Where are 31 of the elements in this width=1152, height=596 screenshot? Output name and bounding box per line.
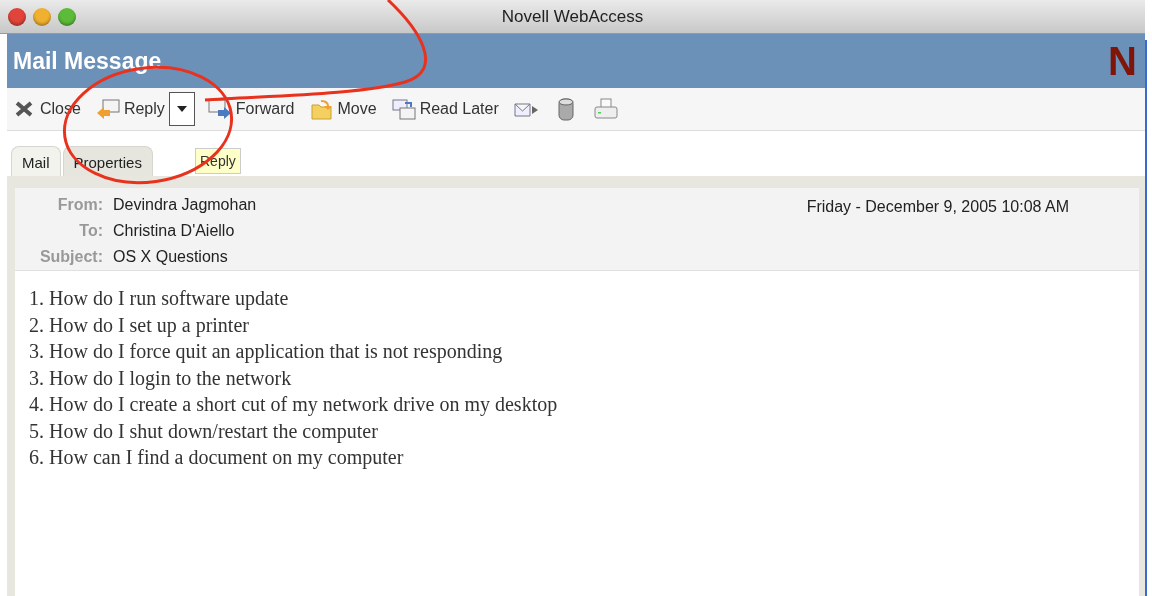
field-value: OS X Questions [113,248,228,266]
caret-icon [176,106,187,112]
page-title: Mail Message [13,47,162,75]
field-label: From: [56,196,103,214]
toolbar-button[interactable]: Forward [204,97,297,121]
window-title: Novell WebAccess [501,6,644,27]
dropdown-button[interactable] [168,92,195,126]
envelopes-icon [390,97,417,121]
forward-icon [206,97,233,121]
toolbar-button[interactable]: Read Later [388,97,501,121]
minimize-window-button[interactable] [33,7,51,26]
message-date: Friday - December 9, 2005 10:08 AM [806,197,1069,217]
folder-icon [308,97,335,121]
body-line: 3. How do I login to the network [29,366,293,392]
body-line: 1. How do I run software update [29,287,290,312]
logo: N [1108,38,1137,84]
toolbar-button[interactable]: Move [306,97,379,121]
body-line: 2. How do I set up a printer [29,313,250,339]
close-window-button[interactable] [8,7,26,26]
zoom-window-button[interactable] [58,7,76,26]
field-value: Devindra Jagmohan [113,196,257,214]
body-line: 3. How do I force quit an application that is not responding [29,340,504,365]
print-icon [592,97,619,121]
body-line: 4. How do I create a short cut of my network drive on my desktop [29,393,559,418]
field-value: Christina D'Aiello [113,222,235,240]
field-label: Subject: [38,248,103,266]
tab[interactable]: Mail [11,146,61,176]
body-line: 5. How do I shut down/restart the computer [29,419,379,445]
toolbar-button[interactable]: Reply [92,97,167,121]
body-line: 6. How can I find a document on my computer [29,446,405,471]
field-label: To: [78,222,103,240]
